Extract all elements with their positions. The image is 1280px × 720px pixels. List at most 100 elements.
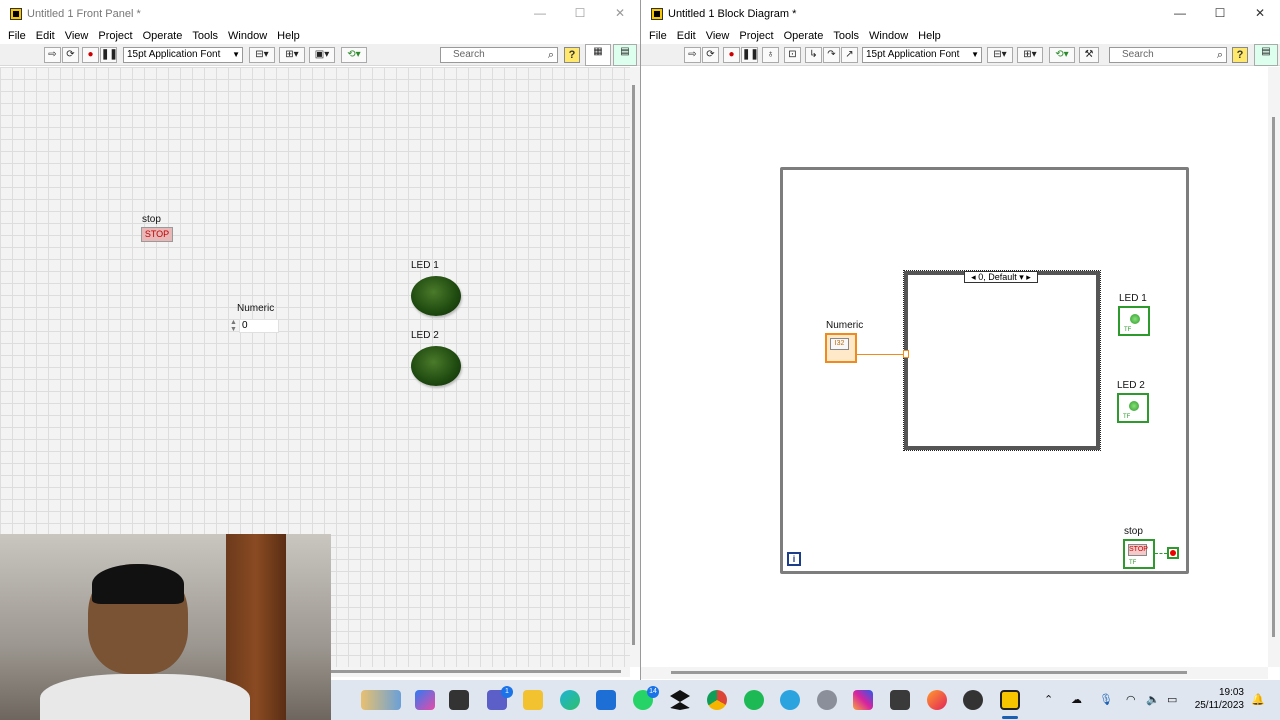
stop-terminal[interactable]: STOP TF [1123, 539, 1155, 569]
minimize-button[interactable]: — [1160, 0, 1200, 27]
menu-project[interactable]: Project [98, 30, 132, 42]
loop-condition-terminal[interactable] [1167, 547, 1179, 559]
edge-icon[interactable] [560, 690, 580, 710]
front-panel-titlebar[interactable]: Untitled 1 Front Panel * — ☐ ✕ [0, 0, 640, 27]
volume-icon[interactable]: 🔈 [1146, 680, 1160, 720]
abort-icon[interactable]: ● [82, 47, 99, 63]
maximize-button[interactable]: ☐ [1200, 0, 1240, 27]
menu-file[interactable]: File [649, 30, 667, 42]
close-button[interactable]: ✕ [1240, 0, 1280, 27]
block-diagram-canvas[interactable]: i ◂ 0, Default ▾ ▸ Numeric I32 LED 1 TF … [641, 67, 1273, 667]
led2-terminal[interactable]: TF [1117, 393, 1149, 423]
scroll-thumb[interactable] [331, 670, 621, 673]
block-diagram-vertical-scrollbar[interactable] [1268, 67, 1280, 667]
notification-bell-icon[interactable]: 🔔 [1251, 680, 1265, 720]
step-out-icon[interactable]: ↗ [841, 47, 858, 63]
align-objects-icon[interactable]: ⊟▾ [249, 47, 275, 63]
pause-icon[interactable]: ❚❚ [741, 47, 759, 63]
vi-icon[interactable]: ▤ [1254, 44, 1278, 66]
menu-tools[interactable]: Tools [192, 30, 218, 42]
scroll-thumb[interactable] [632, 85, 635, 645]
step-over-icon[interactable]: ↷ [823, 47, 840, 63]
numeric-wire[interactable] [857, 354, 904, 355]
menu-view[interactable]: View [706, 30, 730, 42]
menu-edit[interactable]: Edit [36, 30, 55, 42]
settings-gear-icon[interactable] [817, 690, 837, 710]
increment-decrement-icon[interactable]: ▲ ▼ [230, 319, 238, 333]
maximize-button[interactable]: ☐ [560, 0, 600, 27]
block-diagram-titlebar[interactable]: Untitled 1 Block Diagram * — ☐ ✕ [641, 0, 1280, 27]
chevron-up-icon[interactable]: ⌃ [1044, 680, 1053, 720]
front-panel-vertical-scrollbar[interactable] [630, 67, 640, 667]
dropbox-icon[interactable] [670, 690, 690, 710]
app-icon[interactable] [890, 690, 910, 710]
clean-up-diagram-icon[interactable]: ⚒ [1079, 47, 1099, 63]
menu-window[interactable]: Window [228, 30, 267, 42]
firefox-icon[interactable] [927, 690, 947, 710]
numeric-terminal[interactable]: I32 [825, 333, 857, 363]
block-diagram-horizontal-scrollbar[interactable] [641, 667, 1268, 679]
telegram-icon[interactable] [780, 690, 800, 710]
scroll-thumb[interactable] [671, 671, 1187, 674]
distribute-objects-icon[interactable]: ⊞▾ [1017, 47, 1043, 63]
reorder-icon[interactable]: ⟲▾ [341, 47, 367, 63]
run-arrow-icon[interactable]: ⇨ [684, 47, 701, 63]
resize-objects-icon[interactable]: ▣▾ [309, 47, 335, 63]
search-input[interactable]: Search ⌕ [440, 47, 558, 63]
spotify-icon[interactable] [744, 690, 764, 710]
menu-view[interactable]: View [65, 30, 89, 42]
run-arrow-icon[interactable]: ⇨ [44, 47, 61, 63]
step-into-icon[interactable]: ↳ [805, 47, 822, 63]
run-continuously-icon[interactable]: ⟳ [702, 47, 719, 63]
retain-wire-values-icon[interactable]: ⊡ [784, 47, 801, 63]
vi-icon[interactable]: ▤ [613, 44, 637, 66]
abort-icon[interactable]: ● [723, 47, 740, 63]
copilot-icon[interactable] [415, 690, 435, 710]
search-input[interactable]: Search ⌕ [1109, 47, 1227, 63]
menu-edit[interactable]: Edit [677, 30, 696, 42]
case-prev-arrow-icon[interactable]: ◂ [971, 272, 976, 282]
pause-icon[interactable]: ❚❚ [100, 47, 118, 63]
connector-pane-icon[interactable]: ▦ [585, 44, 611, 66]
whatsapp-icon[interactable]: 14 [633, 686, 659, 710]
menu-tools[interactable]: Tools [833, 30, 859, 42]
highlight-execution-icon[interactable]: ♁ [762, 47, 779, 63]
wifi-icon[interactable]: ◠ [1126, 680, 1136, 720]
context-help-icon[interactable]: ? [1232, 47, 1248, 63]
front-panel-horizontal-scrollbar[interactable] [331, 667, 630, 677]
clock[interactable]: 19:03 25/11/2023 [1195, 686, 1244, 712]
stop-wire[interactable] [1155, 553, 1167, 554]
font-selector[interactable]: 15pt Application Font ▼ [862, 47, 982, 63]
case-dropdown-icon[interactable]: ▾ ▸ [1019, 272, 1031, 282]
menu-file[interactable]: File [8, 30, 26, 42]
font-selector[interactable]: 15pt Application Font ▼ [123, 47, 243, 63]
microphone-icon[interactable]: 🎙 [1099, 680, 1113, 720]
reorder-icon[interactable]: ⟲▾ [1049, 47, 1075, 63]
widgets-icon[interactable] [361, 690, 401, 710]
menu-help[interactable]: Help [277, 30, 300, 42]
selector-tunnel[interactable] [903, 350, 909, 358]
run-continuously-icon[interactable]: ⟳ [62, 47, 79, 63]
iteration-terminal[interactable]: i [787, 552, 801, 566]
teams-icon[interactable]: 1 [487, 686, 513, 710]
scroll-thumb[interactable] [1272, 117, 1275, 637]
battery-icon[interactable]: ▭ [1167, 680, 1177, 720]
store-icon[interactable] [596, 690, 616, 710]
minimize-button[interactable]: — [520, 0, 560, 27]
numeric-value[interactable]: 0 [239, 319, 279, 333]
menu-help[interactable]: Help [918, 30, 941, 42]
numeric-control[interactable]: ▲ ▼ 0 [230, 319, 280, 333]
distribute-objects-icon[interactable]: ⊞▾ [279, 47, 305, 63]
menu-operate[interactable]: Operate [143, 30, 183, 42]
case-selector[interactable]: ◂ 0, Default ▾ ▸ [964, 271, 1038, 283]
chrome-icon[interactable] [707, 690, 727, 710]
context-help-icon[interactable]: ? [564, 47, 580, 63]
close-button[interactable]: ✕ [600, 0, 640, 27]
menu-window[interactable]: Window [869, 30, 908, 42]
align-objects-icon[interactable]: ⊟▾ [987, 47, 1013, 63]
file-explorer-icon[interactable] [523, 690, 543, 710]
led1-terminal[interactable]: TF [1118, 306, 1150, 336]
onedrive-icon[interactable]: ☁ [1071, 680, 1082, 720]
stop-button[interactable]: STOP [141, 227, 173, 242]
case-structure[interactable] [903, 270, 1101, 451]
